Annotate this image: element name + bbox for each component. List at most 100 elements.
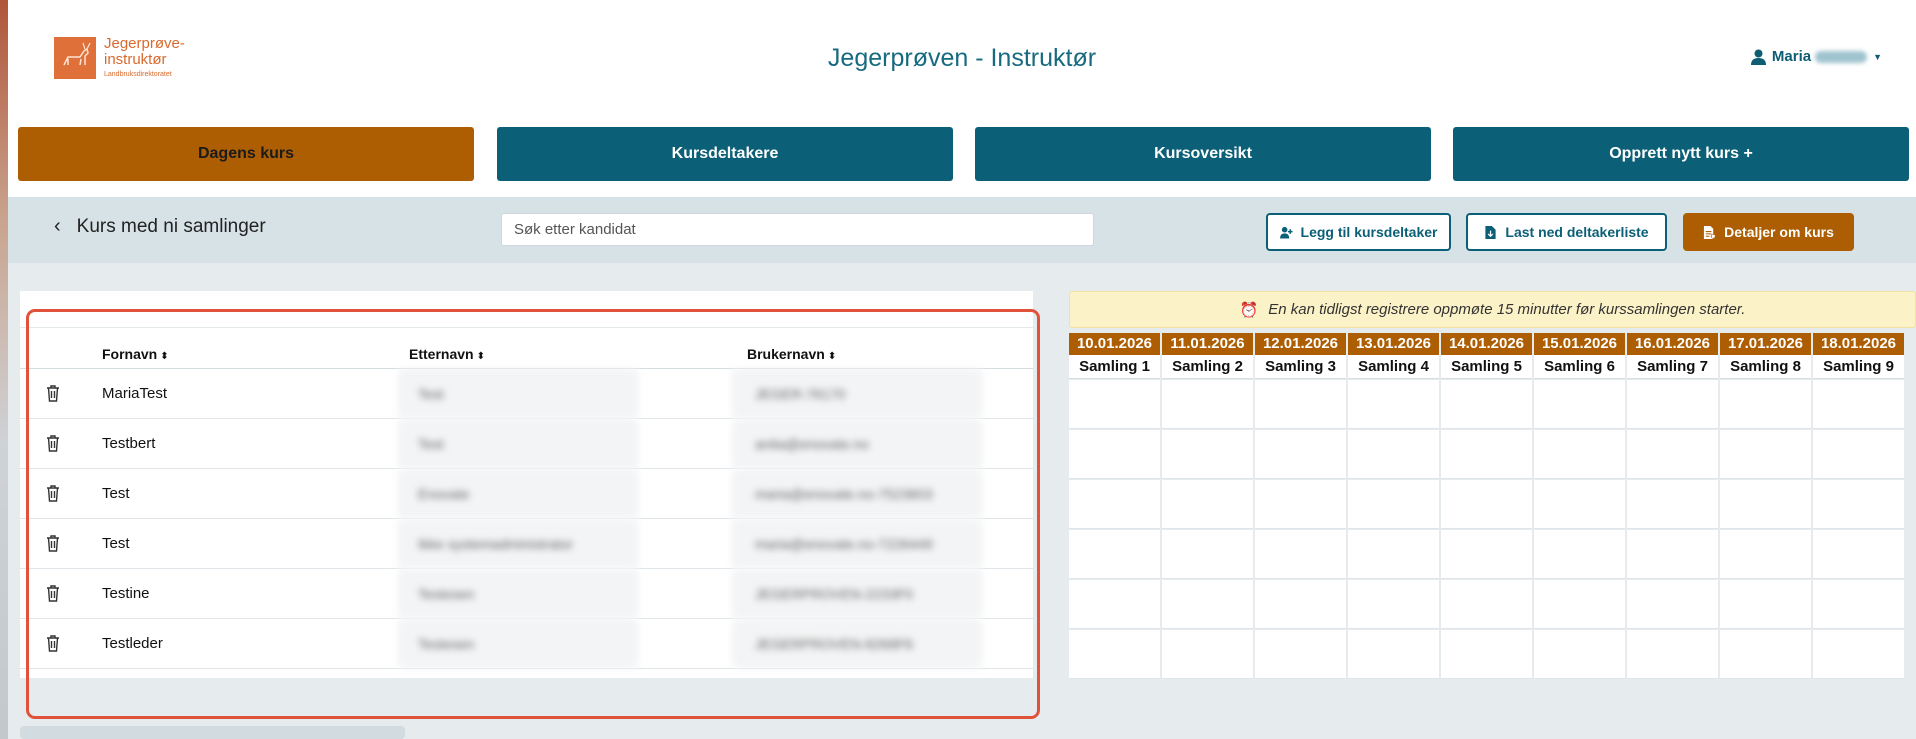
sort-icon: ⬍ — [160, 351, 169, 362]
attendance-cell[interactable] — [1162, 380, 1253, 429]
attendance-cell[interactable] — [1069, 530, 1160, 579]
tab-opprett-nytt-kurs[interactable]: Opprett nytt kurs + — [1453, 127, 1909, 181]
attendance-cell[interactable] — [1627, 580, 1718, 629]
attendance-cell[interactable] — [1348, 480, 1439, 529]
horizontal-scrollbar[interactable] — [20, 726, 405, 739]
chevron-down-icon: ▼ — [1873, 51, 1882, 62]
search-input[interactable] — [501, 213, 1094, 246]
course-details-button[interactable]: Detaljer om kurs — [1683, 213, 1854, 251]
add-participant-button[interactable]: Legg til kursdeltaker — [1266, 213, 1451, 251]
attendance-cell[interactable] — [1627, 530, 1718, 579]
attendance-cell[interactable] — [1255, 580, 1346, 629]
attendance-cell[interactable] — [1162, 430, 1253, 479]
user-menu[interactable]: Maria ▼ — [1750, 48, 1882, 65]
attendance-cell[interactable] — [1720, 530, 1811, 579]
attendance-cell[interactable] — [1534, 430, 1625, 479]
attendance-cell[interactable] — [1813, 430, 1904, 479]
cell-username: JEGER-76170 — [755, 386, 846, 402]
attendance-cell[interactable] — [1348, 580, 1439, 629]
session-header: Samling 8 — [1720, 355, 1811, 379]
trash-icon[interactable] — [46, 584, 60, 602]
attendance-cell[interactable] — [1441, 630, 1532, 679]
attendance-cell[interactable] — [1813, 580, 1904, 629]
attendance-cell[interactable] — [1534, 580, 1625, 629]
table-row: Testleder Testesen JEGERPROVEN-8268F6 — [20, 619, 1033, 669]
date-header: 18.01.2026 — [1813, 333, 1904, 355]
chevron-left-icon: ‹ — [54, 215, 61, 237]
attendance-cell[interactable] — [1627, 630, 1718, 679]
attendance-cell[interactable] — [1255, 480, 1346, 529]
download-list-label: Last ned deltakerliste — [1505, 224, 1649, 240]
date-header: 17.01.2026 — [1720, 333, 1811, 355]
attendance-cell[interactable] — [1162, 480, 1253, 529]
user-name: Maria — [1771, 48, 1812, 65]
attendance-cell[interactable] — [1348, 630, 1439, 679]
attendance-cell[interactable] — [1069, 380, 1160, 429]
trash-icon[interactable] — [46, 384, 60, 402]
attendance-cell[interactable] — [1441, 380, 1532, 429]
attendance-cell[interactable] — [1255, 630, 1346, 679]
trash-icon[interactable] — [46, 434, 60, 452]
session-header: Samling 9 — [1813, 355, 1904, 379]
cell-last-name: Testesen — [418, 636, 475, 652]
attendance-cell[interactable] — [1255, 530, 1346, 579]
column-header-brukernavn[interactable]: Brukernavn ⬍ — [747, 346, 836, 362]
trash-icon[interactable] — [46, 634, 60, 652]
attendance-cell[interactable] — [1441, 530, 1532, 579]
attendance-cell[interactable] — [1813, 530, 1904, 579]
attendance-cell[interactable] — [1720, 630, 1811, 679]
tab-kursdeltakere[interactable]: Kursdeltakere — [497, 127, 953, 181]
date-header: 14.01.2026 — [1441, 333, 1532, 355]
session-header: Samling 4 — [1348, 355, 1439, 379]
cell-last-name: Enovate — [418, 486, 470, 502]
attendance-cell[interactable] — [1720, 580, 1811, 629]
attendance-cell[interactable] — [1720, 430, 1811, 479]
attendance-cell[interactable] — [1627, 380, 1718, 429]
attendance-cell[interactable] — [1162, 580, 1253, 629]
attendance-cell[interactable] — [1441, 430, 1532, 479]
cell-first-name: MariaTest — [102, 385, 168, 402]
attendance-cell[interactable] — [1813, 380, 1904, 429]
attendance-cell[interactable] — [1813, 630, 1904, 679]
column-header-fornavn[interactable]: Fornavn ⬍ — [102, 346, 169, 362]
attendance-cell[interactable] — [1069, 580, 1160, 629]
user-surname-redacted — [1815, 50, 1868, 63]
attendance-cell[interactable] — [1720, 480, 1811, 529]
date-header: 12.01.2026 — [1255, 333, 1346, 355]
download-list-button[interactable]: Last ned deltakerliste — [1466, 213, 1667, 251]
attendance-cell[interactable] — [1162, 530, 1253, 579]
attendance-cell[interactable] — [1627, 480, 1718, 529]
attendance-cell[interactable] — [1441, 580, 1532, 629]
attendance-cell[interactable] — [1534, 630, 1625, 679]
attendance-cell[interactable] — [1348, 530, 1439, 579]
attendance-cell[interactable] — [1534, 530, 1625, 579]
attendance-cell[interactable] — [1162, 630, 1253, 679]
date-header: 13.01.2026 — [1348, 333, 1439, 355]
attendance-cell[interactable] — [1255, 380, 1346, 429]
attendance-cell[interactable] — [1069, 480, 1160, 529]
attendance-cell[interactable] — [1255, 430, 1346, 479]
trash-icon[interactable] — [46, 484, 60, 502]
attendance-cell[interactable] — [1534, 480, 1625, 529]
sort-icon: ⬍ — [476, 351, 485, 362]
attendance-cell[interactable] — [1813, 480, 1904, 529]
table-row: MariaTest Test JEGER-76170 — [20, 369, 1033, 419]
attendance-cell[interactable] — [1720, 380, 1811, 429]
tab-dagens-kurs[interactable]: Dagens kurs — [18, 127, 474, 181]
notice-text: En kan tidligst registrere oppmøte 15 mi… — [1268, 301, 1746, 318]
trash-icon[interactable] — [46, 534, 60, 552]
attendance-cell[interactable] — [1534, 380, 1625, 429]
attendance-cell[interactable] — [1627, 430, 1718, 479]
back-button[interactable]: ‹ Kurs med ni samlinger — [54, 215, 266, 238]
attendance-cell[interactable] — [1069, 630, 1160, 679]
tab-kursoversikt[interactable]: Kursoversikt — [975, 127, 1431, 181]
session-header: Samling 3 — [1255, 355, 1346, 379]
attendance-cell[interactable] — [1348, 380, 1439, 429]
column-header-etternavn[interactable]: Etternavn ⬍ — [409, 346, 485, 362]
attendance-cell[interactable] — [1441, 480, 1532, 529]
attendance-cell[interactable] — [1069, 430, 1160, 479]
column-header-label: Brukernavn — [747, 346, 825, 362]
date-header: 15.01.2026 — [1534, 333, 1625, 355]
attendance-cell[interactable] — [1348, 430, 1439, 479]
session-header: Samling 7 — [1627, 355, 1718, 379]
